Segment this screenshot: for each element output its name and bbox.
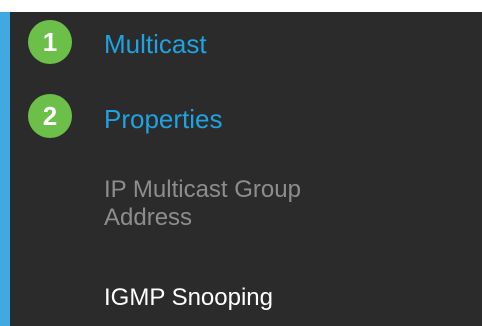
menu-item-ip-multicast-group-address[interactable]: IP Multicast Group Address — [104, 176, 301, 232]
menu-item-multicast[interactable]: Multicast — [104, 29, 207, 60]
step-badge-number: 1 — [42, 26, 58, 57]
menu-item-label-line-1: IP Multicast Group — [104, 176, 301, 203]
menu-item-label: Properties — [104, 104, 223, 134]
top-strip — [0, 0, 482, 12]
step-badge-1: 1 — [28, 20, 72, 64]
menu-item-label: IGMP Snooping — [104, 284, 273, 311]
menu-item-igmp-snooping[interactable]: IGMP Snooping — [104, 284, 273, 312]
menu-item-label: Multicast — [104, 29, 207, 59]
step-badge-2: 2 — [28, 94, 72, 138]
menu-item-label-line-2: Address — [104, 204, 193, 231]
step-badge-number: 2 — [42, 100, 58, 131]
navigation-menu: 1 Multicast 2 Properties IP Multicast Gr… — [0, 12, 482, 326]
selected-indicator-bar — [0, 12, 10, 326]
menu-item-properties[interactable]: Properties — [104, 104, 223, 135]
